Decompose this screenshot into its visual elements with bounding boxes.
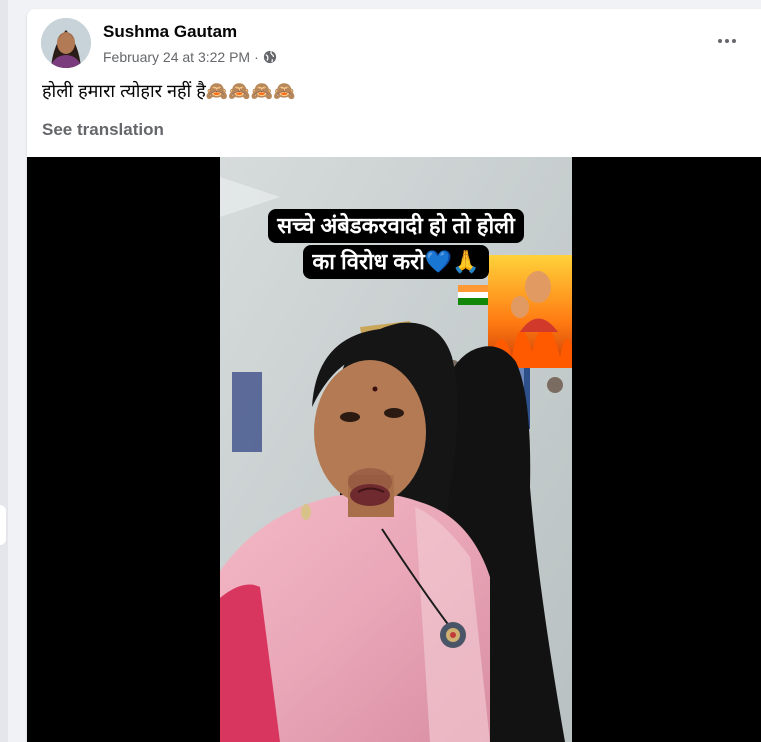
author-name[interactable]: Sushma Gautam bbox=[103, 22, 237, 42]
more-options-icon[interactable] bbox=[707, 29, 747, 53]
scroll-notch[interactable] bbox=[0, 505, 6, 545]
video-caption: सच्चे अंबेडकरवादी हो तो होली का विरोध कर… bbox=[220, 209, 572, 281]
video-player[interactable]: सच्चे अंबेडकरवादी हो तो होली का विरोध कर… bbox=[27, 157, 761, 742]
post-timestamp[interactable]: February 24 at 3:22 PM bbox=[103, 49, 250, 65]
post-meta: February 24 at 3:22 PM · bbox=[103, 49, 277, 65]
left-scroll-strip bbox=[0, 0, 8, 742]
video-frame[interactable]: सच्चे अंबेडकरवादी हो तो होली का विरोध कर… bbox=[220, 157, 572, 742]
post-card: Sushma Gautam February 24 at 3:22 PM · ह… bbox=[27, 9, 761, 742]
globe-icon bbox=[263, 50, 276, 64]
caption-line-1: सच्चे अंबेडकरवादी हो तो होली bbox=[268, 209, 524, 243]
post-text: होली हमारा त्योहार नहीं है🙈🙈🙈🙈 bbox=[42, 81, 296, 101]
avatar[interactable] bbox=[41, 18, 91, 68]
avatar-photo bbox=[41, 18, 91, 68]
meta-separator: · bbox=[254, 49, 259, 65]
caption-line-2: का विरोध करो💙🙏 bbox=[303, 245, 489, 279]
see-translation-link[interactable]: See translation bbox=[42, 120, 164, 140]
